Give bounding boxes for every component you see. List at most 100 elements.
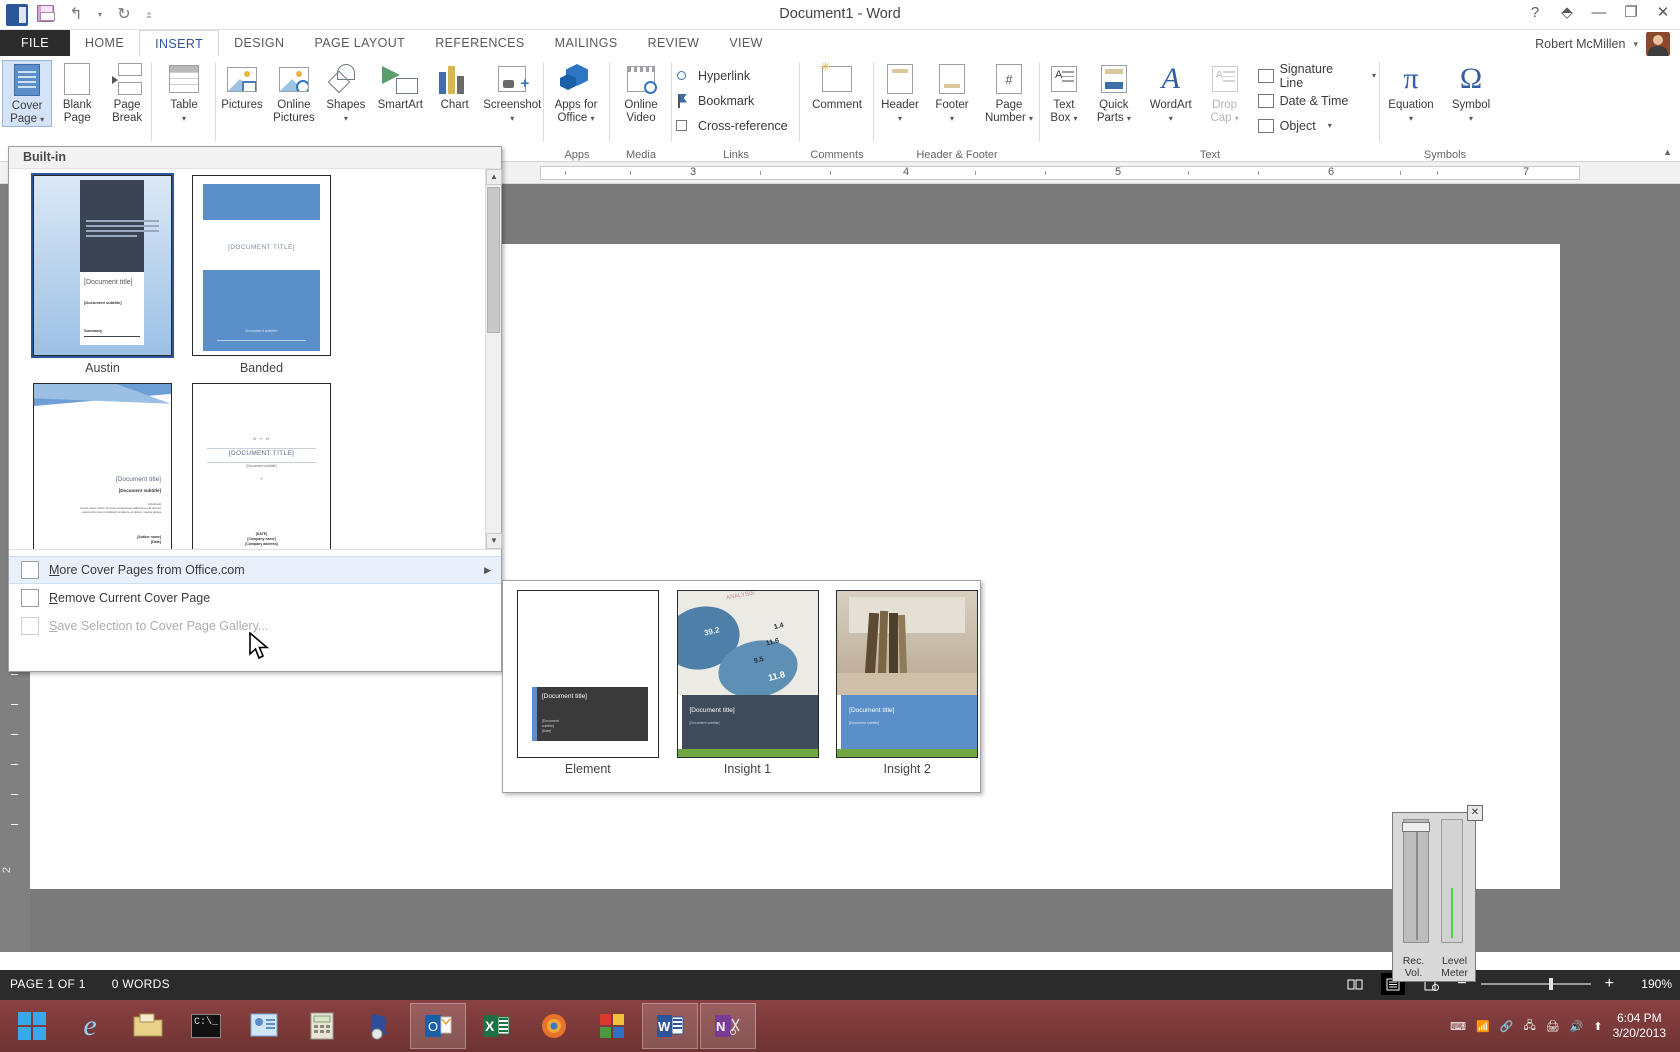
page-break-button[interactable]: Page Break — [102, 60, 152, 125]
signature-line-button[interactable]: Signature Line ▾ — [1254, 62, 1380, 90]
submenu-item-insight-1[interactable]: 39.2 9.5 11.8 1.4 11.6 ANALYSIS [Documen… — [675, 590, 821, 792]
chevron-down-icon[interactable]: ▾ — [1372, 71, 1376, 80]
scroll-up-arrow-icon[interactable]: ▲ — [486, 169, 502, 185]
help-button[interactable]: ? — [1526, 4, 1544, 21]
header-button[interactable]: Header ▾ — [874, 60, 926, 125]
recording-level-meter-widget[interactable]: ✕ Rec. Vol. Level Meter — [1392, 805, 1483, 982]
scroll-down-arrow-icon[interactable]: ▼ — [486, 533, 502, 549]
avatar[interactable] — [1646, 32, 1670, 56]
clock[interactable]: 6:04 PM 3/20/2013 — [1613, 1011, 1672, 1041]
outlook-taskbar-icon[interactable]: O — [410, 1003, 466, 1049]
chevron-down-icon[interactable]: ▾ — [950, 114, 954, 123]
chevron-down-icon[interactable]: ▾ — [510, 114, 514, 123]
gallery-item-austin[interactable]: [Document title] [Document subtitle] Sum… — [23, 173, 182, 383]
shapes-button[interactable]: Shapes ▾ — [320, 60, 372, 125]
screenshot-button[interactable]: + Screenshot ▾ — [481, 60, 544, 125]
page-number-button[interactable]: # Page Number ▾ — [978, 60, 1040, 125]
object-button[interactable]: Object ▾ — [1254, 113, 1380, 138]
bookmark-button[interactable]: Bookmark — [672, 88, 792, 113]
chevron-down-icon[interactable]: ▾ — [1328, 121, 1332, 130]
equation-button[interactable]: π Equation ▾ — [1380, 60, 1442, 125]
excel-taskbar-icon[interactable]: X — [468, 1003, 524, 1049]
tab-file[interactable]: FILE — [0, 30, 70, 56]
user-account-area[interactable]: Robert McMillen ▾ — [1535, 32, 1670, 56]
tab-mailings[interactable]: MAILINGS — [540, 30, 633, 56]
gallery-scrollbar[interactable]: ▲ ▼ — [485, 169, 502, 549]
chevron-down-icon[interactable]: ▾ — [1127, 114, 1131, 123]
chevron-down-icon[interactable]: ▾ — [1633, 39, 1638, 50]
zoom-in-button[interactable]: + — [1605, 976, 1614, 992]
close-icon[interactable]: ✕ — [1467, 805, 1483, 821]
recording-volume-slider[interactable] — [1402, 819, 1430, 943]
media-taskbar-icon[interactable] — [352, 1003, 408, 1049]
footer-button[interactable]: Footer ▾ — [926, 60, 978, 125]
hyperlink-button[interactable]: Hyperlink — [672, 63, 792, 88]
pictures-button[interactable]: Pictures — [216, 60, 268, 112]
show-hidden-icons-button[interactable]: ⬆ — [1593, 1020, 1602, 1033]
tab-view[interactable]: VIEW — [714, 30, 778, 56]
chevron-down-icon[interactable]: ▾ — [898, 114, 902, 123]
chevron-down-icon[interactable]: ▾ — [1073, 114, 1077, 123]
blank-page-button[interactable]: Blank Page — [52, 60, 102, 125]
printer-tray-icon[interactable]: 🖨 — [1546, 1020, 1560, 1033]
chevron-down-icon[interactable]: ▾ — [1409, 114, 1413, 123]
start-button[interactable] — [4, 1003, 60, 1049]
submenu-item-element[interactable]: [Document title] [Document subtitle] [Date… — [515, 590, 661, 792]
chart-button[interactable]: Chart — [429, 60, 481, 112]
chevron-down-icon[interactable]: ▾ — [1169, 114, 1173, 123]
tab-insert[interactable]: INSERT — [139, 30, 220, 56]
internet-explorer-taskbar-icon[interactable]: e — [62, 1003, 118, 1049]
volume-tray-icon[interactable]: 🔊 — [1570, 1020, 1584, 1033]
gallery-item-banded[interactable]: [DOCUMENT TITLE] Document subtitle Bande… — [182, 175, 341, 383]
network-tray-icon[interactable]: 📶 — [1476, 1020, 1490, 1033]
zoom-slider[interactable] — [1480, 978, 1591, 990]
tab-page-layout[interactable]: PAGE LAYOUT — [299, 30, 420, 56]
chevron-down-icon[interactable]: ▾ — [344, 114, 348, 123]
quick-parts-button[interactable]: Quick Parts ▾ — [1088, 60, 1140, 125]
tab-design[interactable]: DESIGN — [219, 30, 299, 56]
scrollbar-thumb[interactable] — [487, 187, 500, 333]
text-box-button[interactable]: TextBox ▾ — [1040, 60, 1088, 125]
ethernet-tray-icon[interactable]: 🖧 — [1523, 1017, 1535, 1036]
drop-cap-button[interactable]: DropCap ▾ — [1202, 60, 1248, 125]
chevron-down-icon[interactable]: ▾ — [591, 114, 595, 123]
ribbon-display-options-button[interactable]: ⬘ — [1558, 3, 1576, 21]
gallery-item-filigree[interactable]: ✿ ❧ ✿ [DOCUMENT TITLE] [Document subtitl… — [182, 383, 341, 549]
chevron-down-icon[interactable]: ▾ — [1235, 114, 1239, 123]
menu-item-remove-current-cover-page[interactable]: Remove Current Cover Page — [9, 584, 501, 612]
command-prompt-taskbar-icon[interactable]: C:\_ — [178, 1003, 234, 1049]
word-count[interactable]: 0 WORDS — [112, 977, 170, 991]
contacts-taskbar-icon[interactable] — [236, 1003, 292, 1049]
online-pictures-button[interactable]: Online Pictures — [268, 60, 320, 125]
zoom-level[interactable]: 190% — [1628, 977, 1672, 991]
menu-item-save-selection-to-cover-page-gallery[interactable]: Save Selection to Cover Page Gallery... — [9, 612, 501, 640]
wordart-button[interactable]: A WordArt ▾ — [1140, 60, 1202, 125]
close-button[interactable]: ✕ — [1654, 3, 1672, 21]
restore-button[interactable]: ❐ — [1622, 3, 1640, 21]
comment-button[interactable]: ✳ Comment — [801, 60, 873, 112]
cross-reference-button[interactable]: Cross-reference — [672, 113, 792, 138]
page-info[interactable]: PAGE 1 OF 1 — [10, 977, 86, 991]
cover-page-button[interactable]: Cover Page ▾ — [2, 60, 53, 127]
tab-review[interactable]: REVIEW — [633, 30, 715, 56]
word-taskbar-icon[interactable]: W — [642, 1003, 698, 1049]
chevron-down-icon[interactable]: ▾ — [1029, 114, 1033, 123]
tab-home[interactable]: HOME — [70, 30, 139, 56]
calculator-taskbar-icon[interactable] — [294, 1003, 350, 1049]
file-explorer-taskbar-icon[interactable] — [120, 1003, 176, 1049]
symbol-button[interactable]: Ω Symbol ▾ — [1442, 60, 1500, 125]
link-tray-icon[interactable]: 🔗 — [1500, 1020, 1514, 1033]
table-button[interactable]: Table ▾ — [152, 60, 216, 125]
submenu-item-insight-2[interactable]: [Document title] [Document subtitle] Ins… — [834, 590, 980, 792]
chevron-down-icon[interactable]: ▾ — [1469, 114, 1473, 123]
online-video-button[interactable]: Online Video — [610, 60, 672, 125]
smartart-button[interactable]: SmartArt — [372, 60, 429, 112]
apps-for-office-button[interactable]: Apps for Office ▾ — [544, 60, 608, 125]
chevron-down-icon[interactable]: ▾ — [40, 115, 44, 124]
tab-references[interactable]: REFERENCES — [420, 30, 539, 56]
read-mode-view-button[interactable] — [1343, 973, 1367, 995]
collapse-ribbon-button[interactable]: ▲ — [1663, 147, 1672, 157]
menu-item-more-cover-pages-from-office-com[interactable]: More Cover Pages from Office.com ▶ — [9, 556, 501, 584]
firefox-taskbar-icon[interactable] — [526, 1003, 582, 1049]
minimize-button[interactable]: — — [1590, 4, 1608, 21]
